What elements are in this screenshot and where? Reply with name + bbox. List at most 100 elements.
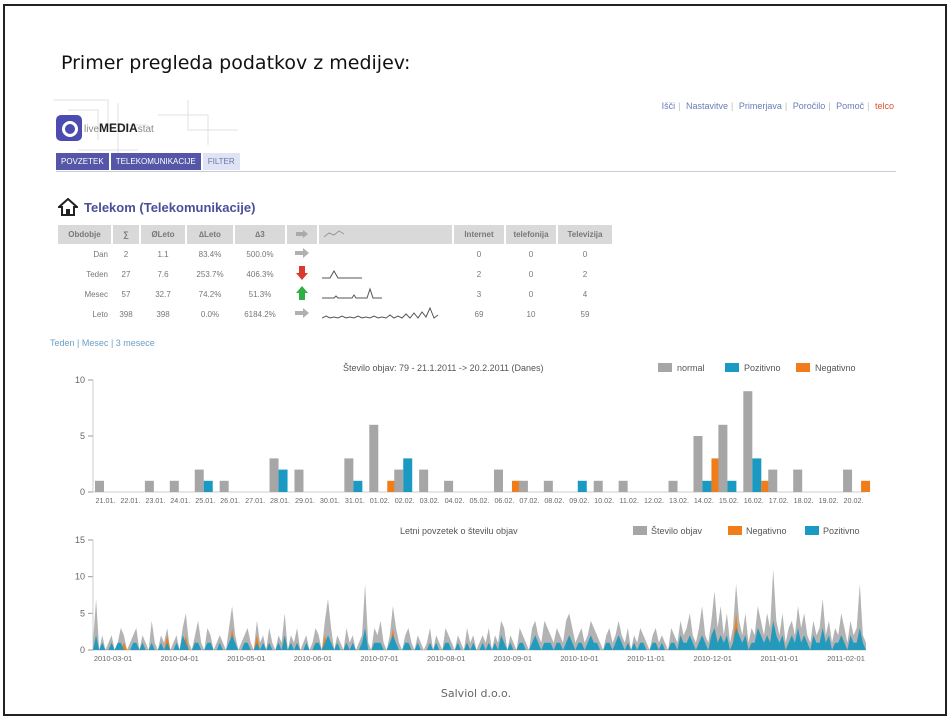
col-delta-3[interactable]: ∆3	[234, 225, 287, 244]
col-obdobje[interactable]: Obdobje	[58, 225, 113, 244]
bar-normal[interactable]	[369, 424, 379, 492]
table-row[interactable]: Leto 398 398 0.0% 6184.2% 69 10 59	[58, 304, 613, 324]
legend-positive-label[interactable]: Pozitivno	[823, 526, 860, 536]
x-tick-label: 07.02.	[519, 496, 539, 505]
bar-negative[interactable]	[861, 480, 871, 492]
col-sparkline	[318, 225, 454, 244]
bar-normal[interactable]	[344, 458, 354, 492]
menu-help[interactable]: Pomoč	[836, 101, 864, 111]
tab-telekomunikacije[interactable]: TELEKOMUNIKACIJE	[110, 153, 201, 170]
row-televizija: 0	[582, 249, 588, 259]
tab-povzetek[interactable]: POVZETEK	[56, 153, 109, 170]
y-tick-label: 5	[80, 608, 85, 618]
bar-normal[interactable]	[394, 469, 404, 492]
tab-filter[interactable]: FILTER	[202, 153, 240, 170]
bar-positive[interactable]	[278, 469, 288, 492]
bar-normal[interactable]	[493, 469, 503, 492]
col-televizija[interactable]: Televizija	[557, 225, 614, 244]
menu-compare[interactable]: Primerjava	[739, 101, 782, 111]
bar-positive[interactable]	[203, 480, 213, 492]
legend-negative-label[interactable]: Negativno	[746, 526, 787, 536]
bar-normal[interactable]	[843, 469, 853, 492]
row-sparkline	[318, 284, 453, 304]
menu-report[interactable]: Poročilo	[793, 101, 826, 111]
bar-normal[interactable]	[144, 480, 154, 492]
table-header-row: Obdobje ∑ ØLeto ∆Leto ∆3 Internet telefo…	[58, 225, 614, 244]
livemediastat-logo[interactable]: liveMEDIAstat	[56, 115, 154, 141]
col-internet[interactable]: Internet	[453, 225, 506, 244]
menu-settings[interactable]: Nastavitve	[686, 101, 728, 111]
legend-normal-swatch	[658, 363, 672, 372]
bar-normal[interactable]	[419, 469, 429, 492]
legend-normal-label[interactable]: normal	[677, 363, 705, 373]
range-3months-link[interactable]: 3 mesece	[116, 338, 155, 348]
table-row[interactable]: Mesec 57 32.7 74.2% 51.3% 3 0 4	[58, 284, 613, 304]
bar-positive[interactable]	[752, 458, 762, 492]
x-tick-label: 15.02.	[719, 496, 739, 505]
x-tick-label: 25.01.	[195, 496, 215, 505]
bar-normal[interactable]	[718, 424, 728, 492]
x-tick-label: 04.02.	[445, 496, 465, 505]
logo-magnifier-icon	[56, 115, 82, 141]
bar-normal[interactable]	[269, 458, 279, 492]
bar-positive[interactable]	[727, 480, 737, 492]
x-tick-label: 2010-11-01	[627, 654, 665, 663]
row-sum[interactable]: 398	[112, 304, 140, 324]
x-tick-label: 05.02.	[470, 496, 490, 505]
row-internet[interactable]: 69	[453, 304, 505, 324]
range-month-link[interactable]: Mesec	[82, 338, 109, 348]
bar-positive[interactable]	[353, 480, 363, 492]
x-tick-label: 2010-09-01	[494, 654, 532, 663]
x-tick-label: 21.01.	[95, 496, 115, 505]
bar-normal[interactable]	[768, 469, 778, 492]
menu-user-telco[interactable]: telco	[875, 101, 894, 111]
bar-normal[interactable]	[693, 436, 703, 492]
legend-negative-swatch	[728, 526, 742, 535]
bar-normal[interactable]	[543, 480, 553, 492]
bar-normal[interactable]	[194, 469, 204, 492]
y-tick-label: 15	[75, 535, 85, 545]
legend-positive-label[interactable]: Pozitivno	[744, 363, 781, 373]
arrow-up-icon	[296, 286, 308, 300]
area-count-series[interactable]	[93, 569, 866, 650]
x-tick-label: 11.02.	[619, 496, 638, 505]
bar-normal[interactable]	[593, 480, 603, 492]
row-internet: 3	[476, 289, 482, 299]
col-delta-year[interactable]: ∆Leto	[186, 225, 235, 244]
bar-normal[interactable]	[95, 480, 104, 492]
legend-count-label[interactable]: Število objav	[651, 526, 703, 536]
x-tick-label: 03.02.	[420, 496, 440, 505]
bar-positive[interactable]	[702, 480, 712, 492]
chart-title: Število objav: 79 - 21.1.2011 -> 20.2.20…	[343, 363, 544, 373]
bar-normal[interactable]	[668, 480, 678, 492]
home-icon[interactable]	[58, 198, 78, 216]
bar-normal[interactable]	[444, 480, 454, 492]
bar-positive[interactable]	[403, 458, 413, 492]
col-avg-year[interactable]: ØLeto	[140, 225, 187, 244]
bar-normal[interactable]	[294, 469, 304, 492]
chart-legend: normal Pozitivno Negativno	[658, 363, 856, 373]
row-televizija: 4	[582, 289, 588, 299]
range-week-link[interactable]: Teden	[50, 338, 75, 348]
section-title: Telekom (Telekomunikacije)	[58, 198, 255, 216]
legend-positive-swatch	[725, 363, 739, 372]
y-tick-label: 0	[80, 645, 85, 655]
table-row[interactable]: Dan 2 1.1 83.4% 500.0% 0 0 0	[58, 244, 613, 264]
bar-normal[interactable]	[169, 480, 179, 492]
bar-positive[interactable]	[577, 480, 587, 492]
table-row[interactable]: Teden 27 7.6 253.7% 406.3% 2 0 2	[58, 264, 613, 284]
col-sum[interactable]: ∑	[112, 225, 141, 244]
col-telefonija[interactable]: telefonija	[505, 225, 558, 244]
x-tick-label: 14.02.	[694, 496, 714, 505]
bar-normal[interactable]	[618, 480, 628, 492]
bar-normal[interactable]	[743, 391, 753, 492]
y-tick-label: 10	[75, 572, 85, 582]
row-televizija: 59	[580, 309, 590, 319]
row-delta-3: 406.3%	[246, 269, 274, 279]
legend-count-swatch	[633, 526, 647, 535]
menu-search[interactable]: Išči	[662, 101, 676, 111]
legend-negative-label[interactable]: Negativno	[815, 363, 856, 373]
bar-normal[interactable]	[518, 480, 528, 492]
bar-normal[interactable]	[793, 469, 803, 492]
bar-normal[interactable]	[219, 480, 229, 492]
